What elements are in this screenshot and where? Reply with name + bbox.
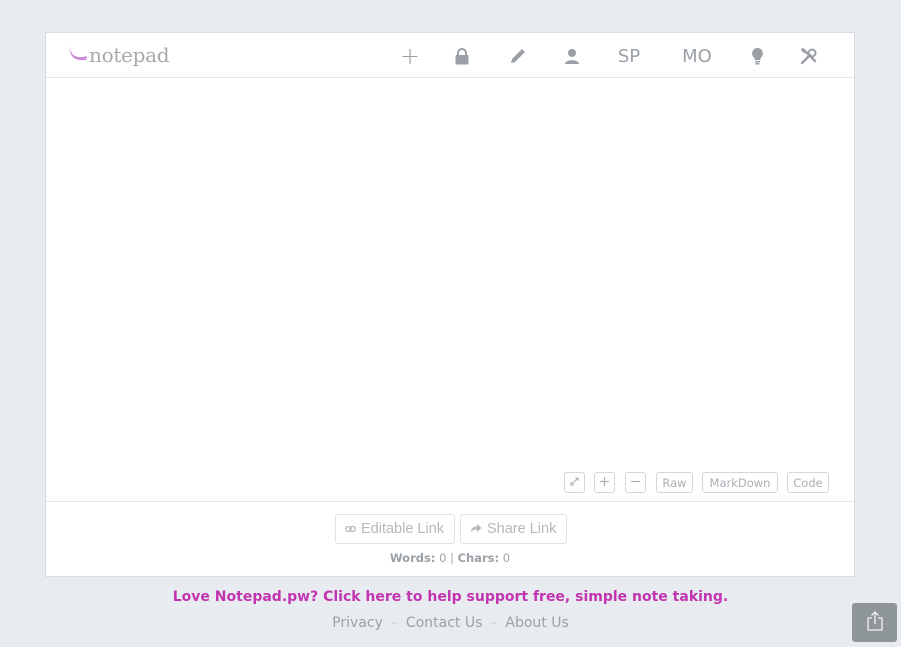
- support-promo-link[interactable]: Love Notepad.pw? Click here to help supp…: [0, 589, 901, 605]
- word-char-counter: Words: 0 | Chars: 0: [46, 551, 854, 565]
- edit-button[interactable]: [507, 43, 527, 69]
- raw-mode-button[interactable]: Raw: [656, 472, 693, 493]
- lock-button[interactable]: [452, 43, 472, 69]
- privacy-link[interactable]: Privacy: [332, 615, 383, 631]
- editable-link-button[interactable]: Editable Link: [335, 514, 455, 544]
- new-note-button[interactable]: +: [398, 42, 422, 70]
- lock-icon: [455, 47, 469, 65]
- words-count: 0: [439, 551, 447, 565]
- expand-icon: [569, 476, 580, 490]
- footer-separator: –: [490, 615, 498, 631]
- share-link-button[interactable]: Share Link: [460, 514, 567, 544]
- user-icon: [564, 48, 580, 64]
- top-toolbar: notepad + SP MO: [46, 33, 854, 78]
- theme-button[interactable]: [748, 43, 766, 69]
- zoom-out-button[interactable]: [625, 472, 646, 493]
- minus-icon: [630, 476, 641, 490]
- about-link[interactable]: About Us: [505, 615, 568, 631]
- pencil-icon: [509, 48, 526, 65]
- footer-separator: –: [390, 615, 398, 631]
- sp-button[interactable]: SP: [614, 43, 644, 69]
- notepad-card: notepad + SP MO Raw MarkDown Code Editab…: [45, 32, 855, 577]
- counter-separator: |: [450, 551, 454, 565]
- markdown-mode-button[interactable]: MarkDown: [702, 472, 778, 493]
- chars-count: 0: [502, 551, 511, 565]
- share-arrow-icon: [470, 521, 487, 537]
- footer-links: Privacy – Contact Us – About Us: [0, 615, 901, 631]
- share-link-label: Share Link: [487, 521, 557, 537]
- zoom-in-button[interactable]: [594, 472, 615, 493]
- share-fab-button[interactable]: [852, 603, 897, 642]
- share-export-icon: [866, 610, 884, 635]
- chars-label: Chars:: [457, 551, 500, 565]
- tools-icon: [800, 47, 818, 65]
- settings-button[interactable]: [798, 43, 820, 69]
- code-mode-button[interactable]: Code: [787, 472, 829, 493]
- fullscreen-button[interactable]: [564, 472, 585, 493]
- link-icon: [345, 521, 361, 537]
- user-button[interactable]: [562, 43, 582, 69]
- notepad-logo-icon: [68, 45, 88, 65]
- editable-link-label: Editable Link: [361, 521, 445, 537]
- lightbulb-icon: [751, 47, 763, 65]
- link-bar: Editable Link Share Link Words: 0 | Char…: [46, 501, 854, 578]
- note-editor[interactable]: [46, 78, 854, 500]
- mo-button[interactable]: MO: [678, 43, 716, 69]
- words-label: Words:: [389, 551, 436, 565]
- logo[interactable]: notepad: [68, 43, 170, 67]
- contact-link[interactable]: Contact Us: [406, 615, 482, 631]
- plus-icon: [599, 476, 610, 490]
- logo-text: notepad: [89, 43, 170, 67]
